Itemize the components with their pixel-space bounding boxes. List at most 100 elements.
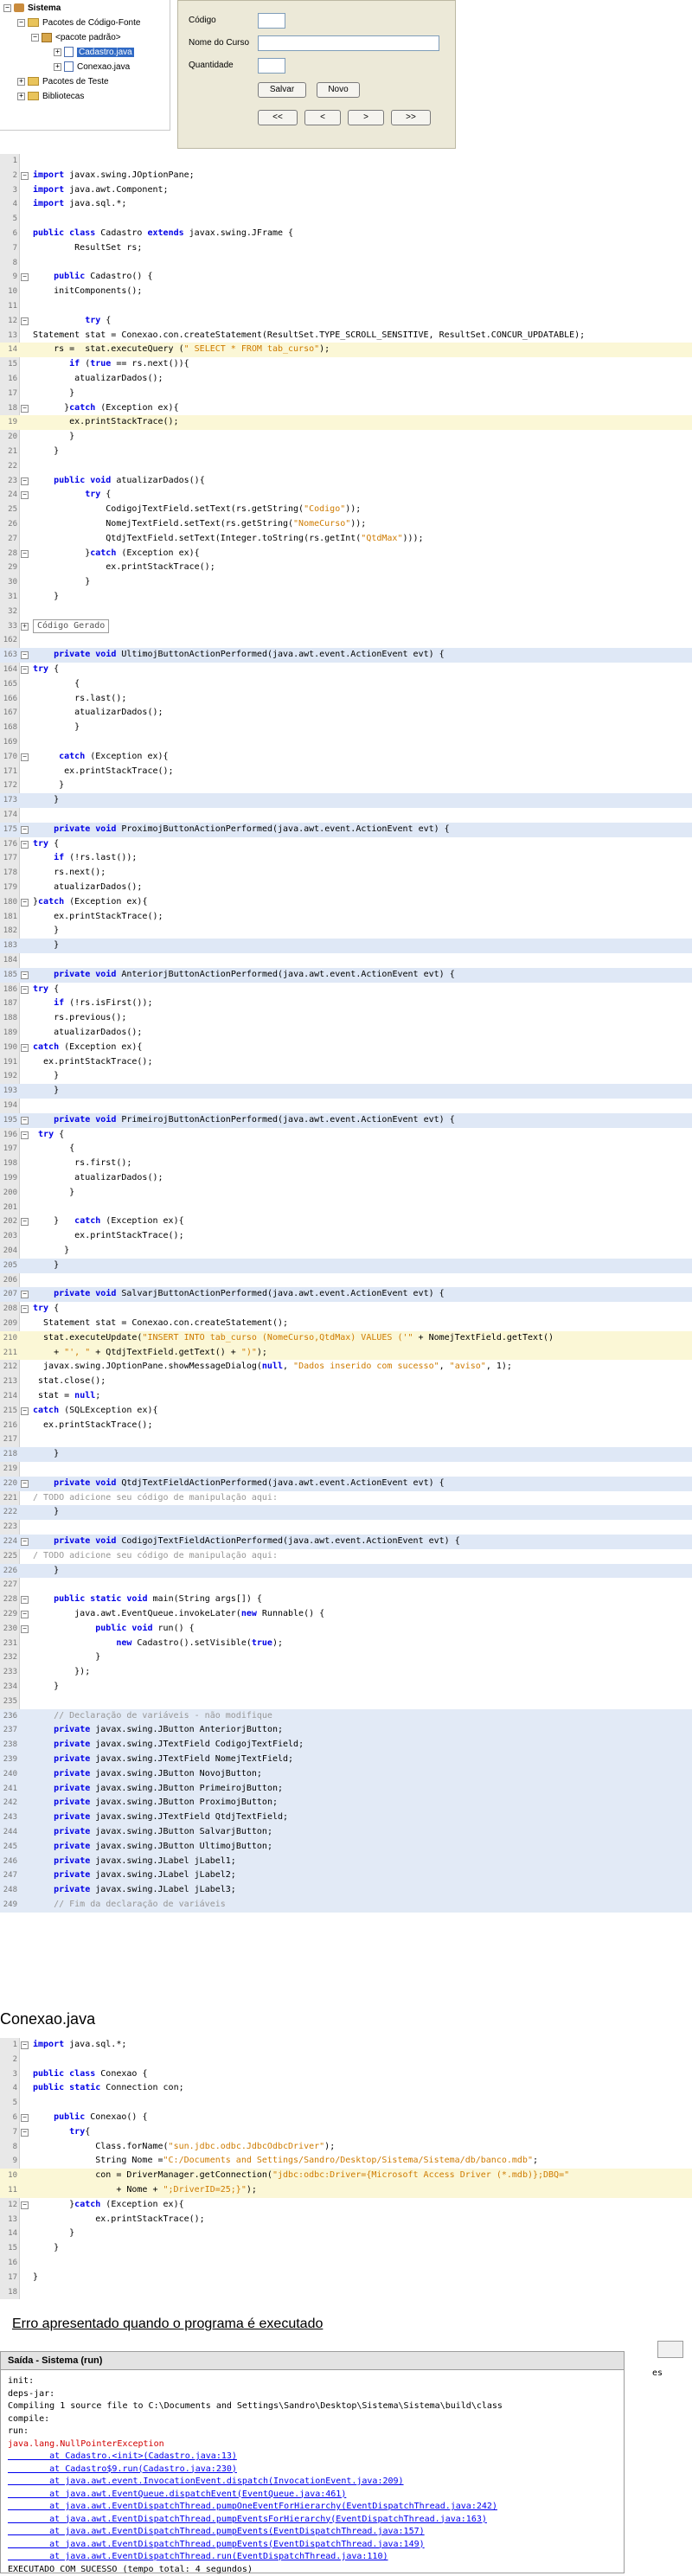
stack-trace-link[interactable]: at Cadastro$9.run(Cadastro.java:230) (8, 2463, 237, 2476)
first-record-button[interactable]: << (258, 110, 298, 125)
collapse-fold-icon[interactable]: − (21, 1218, 29, 1227)
collapse-fold-icon[interactable]: − (21, 317, 29, 325)
code-line[interactable]: 215− catch (SQLException ex){ (0, 1404, 692, 1419)
code-line[interactable]: 236 // Declaração de variáveis - não mod… (0, 1708, 692, 1724)
output-scroll-handle[interactable] (657, 2341, 683, 2358)
collapse-fold-icon[interactable]: − (21, 840, 29, 849)
code-line[interactable]: 249 // Fim da declaração de variáveis (0, 1898, 692, 1913)
code-line[interactable]: 179 atualizarDados(); (0, 881, 692, 895)
code-line[interactable]: 18 (0, 2285, 692, 2300)
collapse-fold-icon[interactable]: − (21, 898, 29, 907)
code-line[interactable]: 178 rs.next(); (0, 866, 692, 881)
code-line[interactable]: 1− import java.sql.*; (0, 2038, 692, 2053)
code-line[interactable]: 244 private javax.swing.JButton SalvarjB… (0, 1825, 692, 1840)
expand-toggle-icon[interactable]: + (17, 92, 25, 100)
code-line[interactable]: 224− private void CodigojTextFieldAction… (0, 1535, 692, 1549)
tree-node-test-packages[interactable]: + Pacotes de Teste (17, 75, 109, 89)
tree-node-conexao-java[interactable]: + Conexao.java (54, 61, 130, 74)
code-line[interactable]: 6 public class Cadastro extends javax.swi… (0, 227, 692, 241)
code-line[interactable]: 218 } (0, 1447, 692, 1462)
collapse-fold-icon[interactable]: − (21, 1624, 29, 1633)
code-line[interactable]: 232 } (0, 1650, 692, 1665)
code-line[interactable]: 241 private javax.swing.JButton Primeiro… (0, 1781, 692, 1797)
code-line[interactable]: 185− private void AnteriorjButtonActionP… (0, 967, 692, 983)
code-line[interactable]: 202− } catch (Exception ex){ (0, 1214, 692, 1229)
salvar-button[interactable]: Salvar (258, 82, 306, 98)
code-line[interactable]: 11 (0, 299, 692, 314)
code-line[interactable]: 176− try { (0, 837, 692, 852)
code-line[interactable]: 10 con = DriverManager.getConnection("jd… (0, 2169, 692, 2183)
code-line[interactable]: 175− private void ProximojButtonActionPe… (0, 822, 692, 837)
collapse-fold-icon[interactable]: − (21, 985, 29, 994)
conexao-code-editor[interactable]: 1− import java.sql.*; 2 3 public class Conex… (0, 2038, 692, 2300)
code-line[interactable]: 220− private void QtdjTextFieldActionPer… (0, 1476, 692, 1491)
collapse-fold-icon[interactable]: − (21, 549, 29, 558)
code-line[interactable]: 163− private void UltimojButtonActionPer… (0, 648, 692, 663)
collapse-fold-icon[interactable]: − (21, 753, 29, 761)
tree-node-default-package[interactable]: − <pacote padrão> (31, 31, 121, 45)
code-line[interactable]: 221 / TODO adicione seu código de manipul… (0, 1491, 692, 1506)
collapse-fold-icon[interactable]: − (21, 2114, 29, 2122)
code-line[interactable]: 1 (0, 154, 692, 169)
code-line[interactable]: 33 + Código Gerado (0, 618, 692, 634)
code-line[interactable]: 225 / TODO adicione seu código de manipul… (0, 1549, 692, 1564)
code-line[interactable]: 194 (0, 1099, 692, 1113)
code-line[interactable]: 203 ex.printStackTrace(); (0, 1229, 692, 1244)
code-line[interactable]: 208− try { (0, 1302, 692, 1317)
code-line[interactable]: 10 initComponents(); (0, 285, 692, 299)
stack-trace-link[interactable]: at java.awt.EventDispatchThread.run(Even… (8, 2550, 388, 2563)
code-line[interactable]: 16 (0, 2256, 692, 2271)
code-line[interactable]: 243 private javax.swing.JTextField QtdjT… (0, 1810, 692, 1825)
code-line[interactable]: 4 public static Connection con; (0, 2081, 692, 2096)
code-line[interactable]: 13 ex.printStackTrace(); (0, 2213, 692, 2227)
collapse-fold-icon[interactable]: − (21, 273, 29, 282)
code-line[interactable]: 170− catch (Exception ex){ (0, 750, 692, 765)
code-line[interactable]: 192 } (0, 1069, 692, 1084)
novo-button[interactable]: Novo (317, 82, 360, 98)
code-line[interactable]: 213 stat.close(); (0, 1375, 692, 1389)
code-line[interactable]: 174 (0, 808, 692, 823)
code-line[interactable]: 239 private javax.swing.JTextField Nomej… (0, 1753, 692, 1767)
code-line[interactable]: 211 + "', " + QtdjTextField.getText() + … (0, 1345, 692, 1361)
collapse-toggle-icon[interactable]: − (3, 3, 11, 12)
code-line[interactable]: 190− catch (Exception ex){ (0, 1041, 692, 1055)
code-line[interactable]: 14 rs = stat.executeQuery (" SELECT * FR… (0, 343, 692, 358)
tree-node-sistema[interactable]: − Sistema (3, 2, 61, 16)
stack-trace-link[interactable]: at java.awt.event.InvocationEvent.dispat… (8, 2475, 403, 2488)
collapse-fold-icon[interactable]: − (21, 651, 29, 660)
code-line[interactable]: 219 (0, 1462, 692, 1477)
code-line[interactable]: 240 private javax.swing.JButton NovojBut… (0, 1766, 692, 1782)
collapse-fold-icon[interactable]: − (21, 491, 29, 500)
stack-trace-link[interactable]: at java.awt.EventDispatchThread.pumpEven… (8, 2513, 487, 2526)
code-line[interactable]: 3 public class Conexao { (0, 2067, 692, 2082)
collapse-fold-icon[interactable]: − (21, 2201, 29, 2209)
code-line[interactable]: 15 } (0, 2241, 692, 2256)
tree-node-libraries[interactable]: + Bibliotecas (17, 90, 84, 104)
code-line[interactable]: 216 ex.printStackTrace(); (0, 1419, 692, 1433)
code-line[interactable]: 201 (0, 1201, 692, 1215)
code-line[interactable]: 31 } (0, 590, 692, 605)
code-line[interactable]: 184 (0, 953, 692, 968)
code-line[interactable]: 169 (0, 735, 692, 750)
code-line[interactable]: 23− public void atualizarDados(){ (0, 474, 692, 489)
code-line[interactable]: 2 (0, 2053, 692, 2067)
code-line[interactable]: 229− java.awt.EventQueue.invokeLater(new… (0, 1607, 692, 1622)
code-line[interactable]: 189 atualizarDados(); (0, 1026, 692, 1041)
code-line[interactable]: 199 atualizarDados(); (0, 1171, 692, 1186)
code-line[interactable]: 19 ex.printStackTrace(); (0, 415, 692, 431)
code-line[interactable]: 167 atualizarDados(); (0, 706, 692, 721)
code-line[interactable]: 246 private javax.swing.JLabel jLabel1; (0, 1854, 692, 1869)
code-line[interactable]: 28− }catch (Exception ex){ (0, 547, 692, 561)
code-line[interactable]: 9 String Nome ="C:/Documents and Setting… (0, 2154, 692, 2169)
last-record-button[interactable]: >> (391, 110, 431, 125)
code-line[interactable]: 196− try { (0, 1128, 692, 1143)
output-tab[interactable]: Saída - Sistema (run) (1, 2352, 624, 2370)
quantidade-field[interactable] (258, 58, 285, 74)
tree-node-cadastro-java[interactable]: + Cadastro.java (54, 46, 134, 60)
collapse-fold-icon[interactable]: − (21, 2128, 29, 2137)
code-line[interactable]: 198 rs.first(); (0, 1157, 692, 1171)
code-line[interactable]: 164− try { (0, 663, 692, 677)
code-line[interactable]: 226 } (0, 1563, 692, 1579)
code-line[interactable]: 195− private void PrimeirojButtonActionP… (0, 1112, 692, 1128)
code-line[interactable]: 8 (0, 256, 692, 271)
